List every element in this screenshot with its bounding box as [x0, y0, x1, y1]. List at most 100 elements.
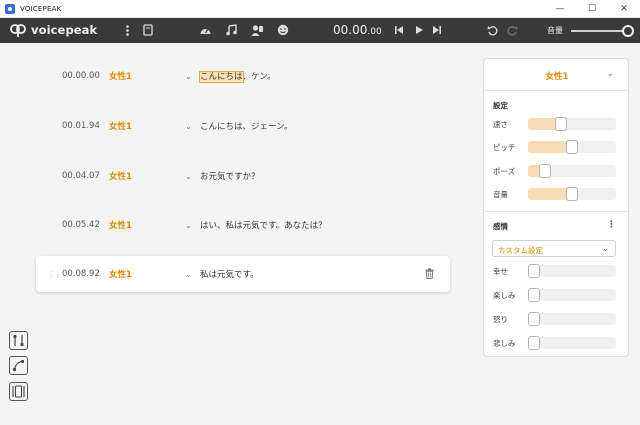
split-tool-button[interactable] [9, 331, 28, 350]
voice-selector[interactable]: 女性1 ⌄ [484, 59, 628, 91]
row-text-rest[interactable]: 、ケン。 [243, 72, 276, 82]
emotion-label: 悲しみ [493, 339, 516, 348]
emotion-label: 怒り [493, 315, 508, 324]
chevron-down-icon[interactable]: ⌄ [606, 69, 614, 79]
row-text-highlight[interactable]: こんにちは [199, 71, 244, 83]
param-thumb[interactable] [566, 187, 578, 201]
music-note-icon[interactable] [224, 23, 237, 37]
emotion-thumb[interactable] [528, 264, 540, 278]
speed-gauge-icon[interactable] [198, 23, 212, 37]
emotion-thumb[interactable] [528, 288, 540, 302]
fit-width-tool-button[interactable] [9, 382, 28, 401]
emotion-section-title: 感情 [493, 222, 508, 231]
chevron-down-icon[interactable]: ⌄ [185, 122, 192, 131]
more-menu-icon[interactable] [124, 23, 130, 37]
param-label: ピッチ [493, 143, 516, 152]
timecode: 00.00.00 [333, 23, 382, 37]
emotion-preset-value: カスタム設定 [498, 246, 543, 255]
volume-label: 音量 [547, 26, 563, 35]
row-speaker[interactable]: 女性1 [109, 219, 132, 231]
settings-section-title: 設定 [493, 101, 508, 110]
row-time: 00.04.07 [62, 171, 100, 181]
trash-icon[interactable] [425, 268, 434, 282]
row-text[interactable]: こんにちは、ジェーン。 [200, 120, 293, 132]
emotion-track[interactable] [528, 313, 616, 325]
param-label: 音量 [493, 190, 508, 199]
sentence-row-selected[interactable]: ⋮⋮ 00.08.92 女性1 ⌄ 私は元気です。 [36, 256, 450, 292]
play-icon[interactable] [413, 23, 425, 37]
emotion-label: 幸せ [493, 267, 508, 276]
param-label: 速さ [493, 120, 508, 129]
timecode-fraction: .00 [367, 27, 382, 37]
redo-icon[interactable] [506, 23, 518, 37]
section-divider [484, 211, 630, 212]
emotion-fun[interactable]: 楽しみ [493, 288, 623, 302]
skip-forward-icon[interactable] [431, 23, 443, 37]
row-time: 00.00.00 [62, 71, 100, 81]
sentence-row[interactable]: 00.05.42 女性1 ⌄ はい、私は元気です。あなたは？ [36, 207, 450, 243]
param-thumb[interactable] [566, 140, 578, 154]
row-text[interactable]: こんにちは、ケン。 [199, 70, 276, 83]
curve-tool-button[interactable] [9, 356, 28, 375]
fit-width-icon [12, 385, 25, 398]
param-volume[interactable]: 音量 [493, 187, 623, 201]
minimize-button[interactable]: — [544, 0, 576, 18]
emotion-track[interactable] [528, 337, 616, 349]
logo: voicepeak [10, 23, 97, 37]
row-time: 00.08.92 [62, 269, 100, 279]
volume-slider[interactable] [571, 30, 628, 32]
split-icon [13, 334, 24, 347]
param-thumb[interactable] [538, 164, 551, 178]
timecode-main: 00.00 [333, 23, 368, 37]
param-thumb[interactable] [554, 117, 567, 131]
curve-icon [12, 359, 25, 372]
chevron-down-icon[interactable]: ⌄ [185, 72, 192, 81]
emotion-track[interactable] [528, 289, 616, 301]
row-text[interactable]: お元気ですか？ [200, 170, 260, 182]
settings-panel: 女性1 ⌄ 設定 速さ ピッチ ポーズ 音量 感情 ⋮ カスタム設定 ⌄ 幸せ … [483, 58, 630, 357]
row-speaker[interactable]: 女性1 [109, 268, 132, 280]
window-title: VOICEPEAK [20, 4, 62, 13]
chevron-down-icon[interactable]: ⌄ [185, 221, 192, 230]
chevron-down-icon[interactable]: ⌄ [185, 270, 192, 279]
row-time: 00.05.42 [62, 220, 100, 230]
row-speaker[interactable]: 女性1 [109, 120, 132, 132]
row-speaker[interactable]: 女性1 [109, 170, 132, 182]
logo-text: voicepeak [31, 23, 98, 37]
emotion-angry[interactable]: 怒り [493, 312, 623, 326]
undo-icon[interactable] [486, 23, 498, 37]
maximize-button[interactable]: ☐ [576, 0, 608, 18]
param-speed[interactable]: 速さ [493, 117, 623, 131]
emotion-track[interactable] [528, 265, 616, 277]
emotion-thumb[interactable] [528, 312, 540, 326]
param-label: ポーズ [493, 167, 516, 176]
param-pitch[interactable]: ピッチ [493, 140, 623, 154]
param-track[interactable] [528, 118, 616, 130]
voice-add-icon[interactable] [250, 23, 264, 37]
sentence-row[interactable]: 00.04.07 女性1 ⌄ お元気ですか？ [36, 158, 450, 194]
sentence-row[interactable]: 00.01.94 女性1 ⌄ こんにちは、ジェーン。 [36, 108, 450, 144]
app-icon [5, 3, 15, 14]
dictionary-icon[interactable] [142, 23, 154, 37]
param-pause[interactable]: ポーズ [493, 164, 623, 178]
emotion-happy[interactable]: 幸せ [493, 264, 623, 278]
row-time: 00.01.94 [62, 121, 100, 131]
more-vertical-icon[interactable]: ⋮ [607, 220, 616, 230]
emotion-label: 楽しみ [493, 291, 516, 300]
emotion-thumb[interactable] [528, 336, 540, 350]
row-text[interactable]: はい、私は元気です。あなたは？ [200, 219, 327, 231]
skip-back-icon[interactable] [393, 23, 405, 37]
drag-handle-icon[interactable]: ⋮⋮ [47, 270, 62, 279]
close-button[interactable]: ✕ [608, 0, 640, 18]
sentence-row[interactable]: 00.00.00 女性1 ⌄ こんにちは、ケン。 [36, 58, 450, 94]
chevron-down-icon[interactable]: ⌄ [185, 172, 192, 181]
emotion-preset-select[interactable]: カスタム設定 ⌄ [492, 240, 616, 257]
row-speaker[interactable]: 女性1 [109, 70, 132, 82]
emotion-face-icon[interactable] [276, 23, 289, 37]
toolbar: voicepeak 00.00.00 音量 [0, 18, 640, 43]
volume-slider-thumb[interactable] [622, 25, 634, 37]
emotion-sad[interactable]: 悲しみ [493, 336, 623, 350]
logo-icon [10, 24, 26, 37]
row-text[interactable]: 私は元気です。 [200, 268, 259, 280]
chevron-down-icon: ⌄ [602, 244, 609, 253]
